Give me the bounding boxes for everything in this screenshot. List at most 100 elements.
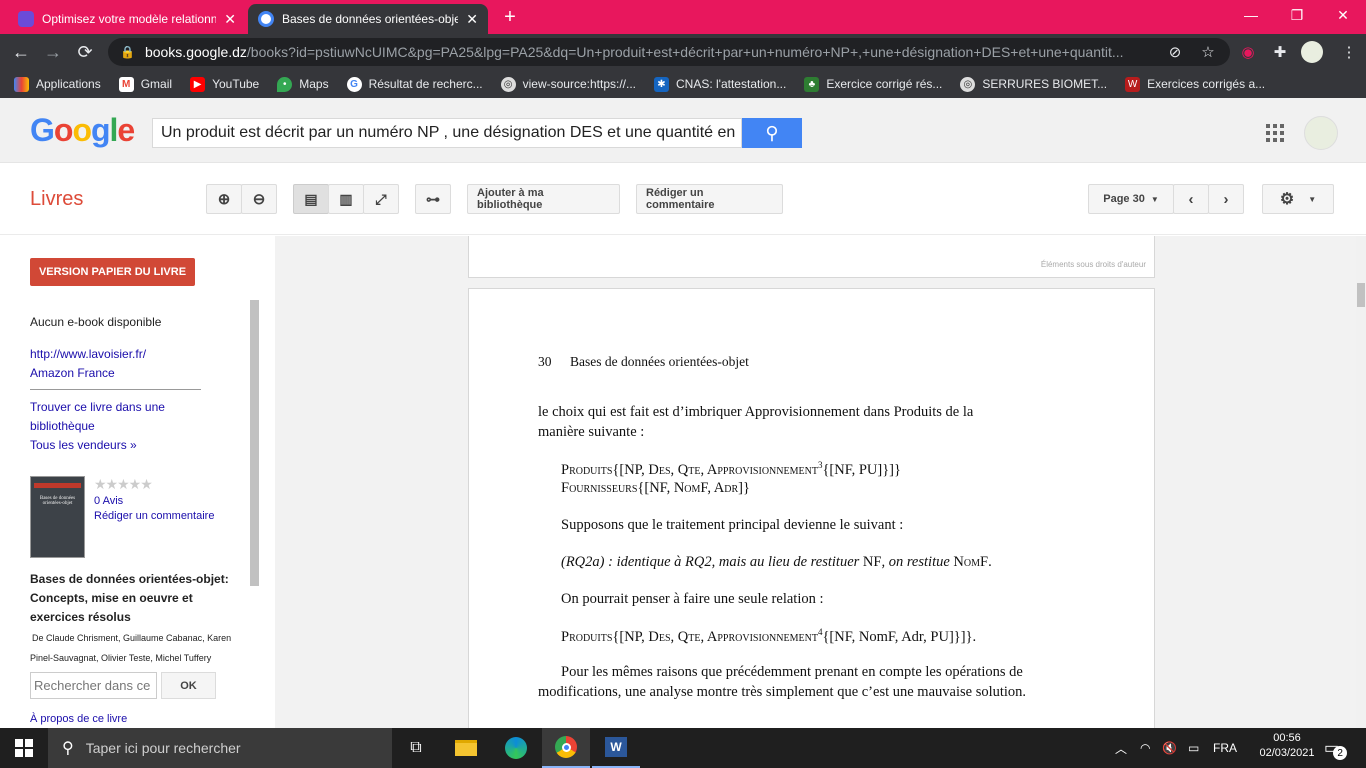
previous-page: Éléments sous droits d'auteur [468, 236, 1155, 278]
books-title[interactable]: Livres [30, 188, 83, 211]
buy-print-book-button[interactable]: VERSION PAPIER DU LIVRE [30, 258, 195, 286]
bookmark-exercice[interactable]: ♣ Exercice corrigé rés... [804, 76, 942, 92]
taskbar-search-placeholder: Taper ici pour rechercher [85, 740, 241, 756]
two-page-view-icon[interactable]: ▥ [328, 184, 364, 214]
next-page-icon[interactable]: › [1208, 184, 1244, 214]
single-page-view-icon[interactable]: ▤ [293, 184, 329, 214]
extension-red-icon[interactable]: ◉ [1233, 34, 1263, 70]
lavoisier-link[interactable]: http://www.lavoisier.fr/ [30, 347, 146, 361]
google-header: Google Un produit est décrit par un numé… [0, 98, 1366, 163]
windows-start-icon[interactable] [0, 728, 48, 768]
fullscreen-icon[interactable]: ⤢ [363, 184, 399, 214]
no-ebook-text: Aucun e-book disponible [30, 315, 162, 329]
chevron-down-icon: ▼ [1308, 194, 1317, 204]
search-button[interactable]: ⚲ [742, 118, 802, 148]
google-favicon-icon [258, 11, 274, 27]
volume-muted-icon[interactable]: 🔇 [1162, 728, 1177, 768]
sidebar-write-review-link[interactable]: Rédiger un commentaire [94, 510, 214, 522]
edge-icon[interactable] [492, 728, 540, 768]
reload-icon[interactable]: ⟳ [70, 34, 100, 70]
site-favicon-icon [18, 11, 34, 27]
tab-bases-de-donnees[interactable]: Bases de données orientées-objet ✕ [248, 4, 488, 34]
menu-dots-icon[interactable]: ⋮ [1334, 34, 1364, 70]
globe-icon: ◎ [500, 76, 516, 92]
previous-page-icon[interactable]: ‹ [1173, 184, 1209, 214]
search-input[interactable]: Un produit est décrit par un numéro NP ,… [152, 118, 742, 148]
notification-count-badge: 2 [1333, 746, 1348, 760]
search-ok-button[interactable]: OK [161, 672, 216, 699]
google-logo[interactable]: Google [30, 112, 135, 149]
bookmark-label: SERRURES BIOMET... [982, 77, 1108, 91]
tab-close-icon[interactable]: ✕ [224, 11, 236, 28]
chevron-down-icon: ▼ [1150, 194, 1159, 204]
account-avatar[interactable] [1304, 116, 1338, 150]
write-review-button[interactable]: Rédiger un commentaire [636, 184, 783, 214]
bookmark-label: Gmail [140, 77, 173, 91]
back-icon[interactable]: ← [6, 34, 36, 70]
language-indicator[interactable]: FRA [1213, 728, 1237, 768]
viewer-scrollbar[interactable] [1356, 236, 1366, 728]
profile-avatar[interactable] [1301, 41, 1323, 63]
taskbar-search-box[interactable]: ⚲ Taper ici pour rechercher [48, 728, 392, 768]
add-to-library-button[interactable]: Ajouter à ma bibliothèque [467, 184, 620, 214]
book-viewer[interactable]: Éléments sous droits d'auteur 30 Bases d… [275, 236, 1356, 738]
logo-letter: g [90, 112, 111, 148]
close-window-button[interactable]: ✕ [1320, 0, 1366, 30]
google-apps-icon[interactable] [1266, 124, 1284, 142]
paragraph-line: Supposons que le traitement principal de… [561, 517, 904, 533]
bookmark-label: CNAS: l'attestation... [676, 77, 787, 91]
search-in-book-input[interactable]: Rechercher dans ce [30, 672, 157, 699]
paragraph-line: On pourrait penser à faire une seule rel… [561, 591, 824, 607]
exercise2-icon: W [1125, 76, 1141, 92]
find-in-library-link-line2[interactable]: bibliothèque [30, 419, 95, 433]
battery-icon[interactable]: ▭ [1188, 728, 1199, 768]
eye-off-icon[interactable]: ⊘ [1160, 34, 1190, 70]
all-sellers-link[interactable]: Tous les vendeurs » [30, 438, 137, 452]
page-select-label: Page 30 [1103, 193, 1145, 205]
bookmark-view-source[interactable]: ◎ view-source:https://... [500, 76, 636, 92]
find-in-library-link[interactable]: Trouver ce livre dans une [30, 400, 165, 414]
maximize-button[interactable]: ❐ [1274, 0, 1320, 30]
bookmark-maps[interactable]: • Maps [277, 76, 329, 92]
extensions-puzzle-icon[interactable]: ✚ [1265, 34, 1295, 70]
book-title-line2: Concepts, mise en oeuvre et [30, 591, 193, 605]
page-select-dropdown[interactable]: Page 30 ▼ [1088, 184, 1174, 214]
sidebar-scrollbar[interactable] [250, 300, 259, 586]
reviews-count-link[interactable]: 0 Avis [94, 495, 123, 507]
bookmark-youtube[interactable]: ▶ YouTube [190, 76, 259, 92]
word-icon[interactable]: W [592, 728, 640, 768]
notifications-icon[interactable]: ▭ 2 [1324, 728, 1348, 768]
viewer-scrollbar-thumb[interactable] [1357, 283, 1365, 307]
show-hidden-icons-icon[interactable]: ︿ [1115, 728, 1127, 768]
amazon-link[interactable]: Amazon France [30, 366, 115, 380]
bookmark-exercices[interactable]: W Exercices corrigés a... [1125, 76, 1266, 92]
browser-toolbar: ← → ⟳ 🔒 books.google.dz/books?id=pstiuwN… [0, 34, 1366, 70]
tab-close-icon[interactable]: ✕ [466, 11, 478, 28]
link-icon[interactable]: ⊶ [415, 184, 451, 214]
new-tab-button[interactable]: + [498, 4, 522, 30]
star-bookmark-icon[interactable]: ☆ [1193, 34, 1223, 70]
zoom-out-icon[interactable]: ⊖ [241, 184, 277, 214]
address-bar[interactable]: 🔒 books.google.dz/books?id=pstiuwNcUIMC&… [108, 38, 1230, 66]
file-explorer-icon[interactable] [442, 728, 490, 768]
about-book-link[interactable]: À propos de ce livre [30, 713, 127, 725]
minimize-button[interactable]: — [1228, 0, 1274, 30]
settings-gear-icon[interactable]: ⚙ ▼ [1262, 184, 1334, 214]
task-view-icon[interactable]: ⧉ [392, 728, 440, 768]
network-icon[interactable]: ◠ [1140, 728, 1150, 768]
bookmark-applications[interactable]: Applications [14, 76, 101, 92]
bookmark-cnas[interactable]: ✱ CNAS: l'attestation... [654, 76, 787, 92]
google-icon: G [346, 76, 362, 92]
forward-icon[interactable]: → [38, 34, 68, 70]
bookmark-label: Exercices corrigés a... [1147, 77, 1266, 91]
book-cover-thumbnail[interactable]: Bases de données orientées-objet [30, 476, 85, 558]
bookmark-google-result[interactable]: G Résultat de recherc... [346, 76, 483, 92]
maps-icon: • [277, 76, 293, 92]
chrome-icon[interactable] [542, 728, 590, 768]
clock[interactable]: 00:56 02/03/2021 [1258, 732, 1316, 759]
zoom-in-icon[interactable]: ⊕ [206, 184, 242, 214]
bookmark-gmail[interactable]: M Gmail [118, 76, 173, 92]
tab-optimisez[interactable]: Optimisez votre modèle relationn ✕ [8, 4, 246, 34]
browser-tab-bar: Optimisez votre modèle relationn ✕ Bases… [0, 0, 1366, 34]
bookmark-serrures[interactable]: ◎ SERRURES BIOMET... [960, 76, 1108, 92]
